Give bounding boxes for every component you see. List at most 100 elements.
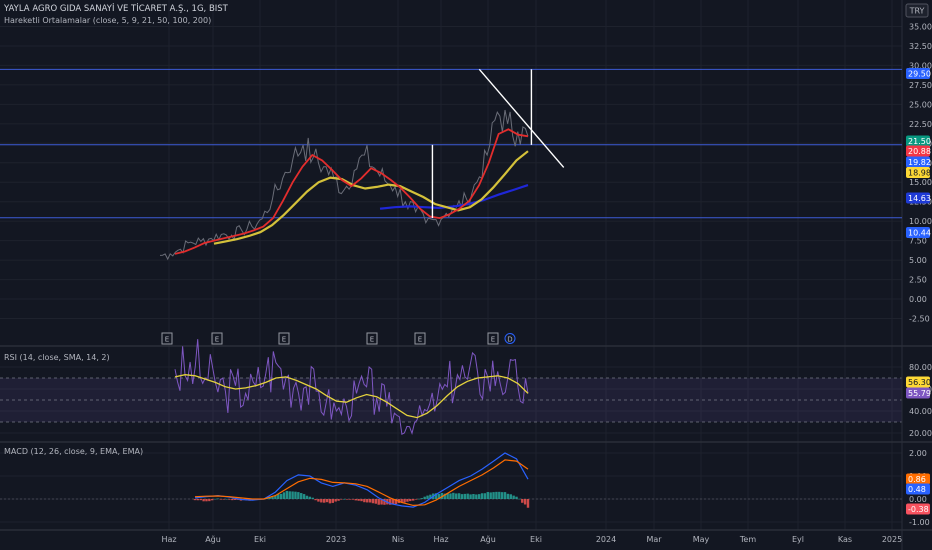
macd-tag-2: -0.38 — [906, 503, 930, 515]
event-marker-3[interactable]: E — [366, 332, 378, 345]
price-tick-12: 5.00 — [909, 256, 927, 265]
event-marker-label: E — [165, 336, 169, 344]
x-tick-14: 2025 — [882, 535, 902, 544]
price-tag-4: 18.98 — [906, 167, 931, 178]
histogram-bar — [331, 499, 334, 503]
macd-tag-1: 0.48 — [906, 483, 930, 495]
event-marker-label: E — [418, 336, 422, 344]
histogram-bar — [222, 499, 225, 500]
histogram-bar — [368, 499, 372, 503]
x-tick-5: Haz — [433, 535, 448, 544]
rsi-tag-0: 56.30 — [906, 376, 931, 388]
currency-label: TRY — [909, 7, 925, 16]
price-tick-5: 22.50 — [909, 120, 932, 129]
price-tick-1: 32.50 — [909, 42, 932, 51]
event-marker-label: D — [507, 336, 512, 344]
event-marker-0[interactable]: E — [161, 332, 173, 345]
histogram-bar — [297, 492, 300, 499]
histogram-bar — [423, 496, 426, 499]
histogram-bar — [320, 499, 323, 503]
tag-value: 19.82 — [908, 158, 931, 167]
histogram-bar — [340, 499, 343, 500]
histogram-bar — [285, 490, 289, 499]
histogram-bar — [500, 492, 504, 499]
ma-fast-series — [174, 128, 529, 255]
event-markers[interactable]: EEEEEED — [161, 332, 516, 345]
histogram-bar — [374, 499, 378, 504]
x-tick-9: Mar — [646, 535, 662, 544]
price-tick-10: 10.00 — [909, 217, 932, 226]
histogram-bar — [337, 499, 340, 501]
rsi-tag-1: 55.79 — [906, 387, 931, 399]
histogram-bar — [417, 498, 421, 500]
macd-tag-0: 0.86 — [906, 473, 930, 485]
histogram-bar — [213, 498, 217, 500]
event-marker-6[interactable]: D — [504, 333, 516, 344]
panel-separators — [0, 0, 932, 550]
histogram-bar — [348, 499, 352, 500]
x-tick-0: Haz — [161, 535, 176, 544]
histogram-bar — [515, 496, 518, 499]
x-tick-6: Ağu — [480, 535, 496, 544]
histogram-bar — [193, 499, 197, 501]
histogram-bar — [411, 499, 415, 501]
tag-value: 0.48 — [908, 485, 926, 494]
event-marker-2[interactable]: E — [278, 332, 290, 345]
tag-value: 21.50 — [908, 137, 931, 146]
histogram-bar — [492, 492, 495, 499]
histogram-bar — [225, 498, 228, 500]
histogram-bar — [322, 499, 326, 503]
histogram-bar — [314, 499, 317, 501]
histogram-bar — [466, 493, 469, 499]
rsi-tick-3: 20.00 — [909, 429, 932, 438]
histogram-bar — [495, 491, 498, 499]
event-marker-4[interactable]: E — [414, 332, 426, 345]
event-marker-label: E — [491, 336, 495, 344]
price-tag-3: 19.82 — [906, 156, 931, 168]
currency-button[interactable]: TRY — [905, 3, 929, 18]
tag-value: 20.88 — [908, 147, 931, 156]
histogram-bar — [219, 499, 223, 500]
macd-tick-3: -1.00 — [909, 518, 930, 527]
x-tick-8: 2024 — [596, 535, 616, 544]
price-tick-4: 25.00 — [909, 100, 932, 109]
stock-chart[interactable]: EEEEEED 35.0032.5030.0027.5025.0022.5020… — [0, 0, 932, 550]
histogram-bar — [486, 492, 490, 499]
histogram-bar — [503, 492, 507, 499]
histogram-bar — [291, 491, 294, 499]
macd-tick-2: 0.00 — [909, 495, 927, 504]
histogram-bar — [420, 498, 423, 499]
histogram-bar — [457, 493, 461, 499]
ma-mid-series — [213, 150, 529, 245]
histogram-bar — [452, 492, 455, 499]
histogram-bar — [354, 499, 357, 501]
x-axis-ticks: Haz Ağu Eki 2023 Nis Haz Ağu Eki 2024 Mar May Tem Ey… — [161, 535, 902, 544]
rsi-tick-0: 80.00 — [909, 363, 932, 372]
event-marker-5[interactable]: E — [487, 332, 499, 345]
price-tag-0: 29.50 — [906, 68, 931, 79]
event-marker-label: E — [282, 336, 286, 344]
histogram-bar — [518, 498, 521, 500]
symbol-title: YAYLA AGRO GIDA SANAYİ VE TİCARET A.Ş., … — [3, 3, 229, 14]
histogram-bar — [282, 492, 286, 499]
price-tag-2: 20.88 — [906, 145, 931, 157]
histogram-bar — [426, 495, 429, 499]
macd-tick-0: 2.00 — [909, 449, 927, 458]
histogram-bar — [480, 493, 484, 499]
rsi-label: RSI (14, close, SMA, 14, 2) — [4, 353, 110, 362]
histogram-bar — [199, 499, 202, 501]
histogram-bar — [409, 499, 412, 502]
x-tick-1: Ağu — [205, 535, 221, 544]
histogram-bar — [403, 499, 406, 503]
histogram-bar — [279, 493, 283, 499]
histogram-bar — [288, 491, 291, 499]
price-tick-3: 27.50 — [909, 81, 932, 90]
histogram-bar — [351, 499, 355, 500]
price-tick-0: 35.00 — [909, 23, 932, 32]
y-axis-ticks: 35.0032.5030.0027.5025.0022.5020.0017.50… — [909, 23, 932, 528]
price-tick-8: 15.00 — [909, 178, 932, 187]
tag-value: 10.44 — [908, 229, 931, 238]
histogram-bar — [228, 499, 231, 500]
tag-value: -0.38 — [908, 505, 929, 514]
histogram-bar — [357, 499, 360, 501]
